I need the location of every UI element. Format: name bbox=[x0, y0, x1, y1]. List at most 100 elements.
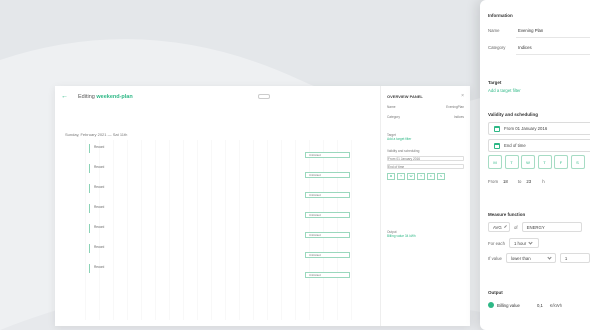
aggregate-select[interactable]: AVG bbox=[488, 222, 510, 232]
event-label: Record bbox=[89, 224, 259, 233]
day-toggle-sat[interactable]: S bbox=[570, 155, 585, 169]
close-icon[interactable]: × bbox=[461, 93, 464, 99]
editor-side-panel: × OVERVIEW PANEL Name EveningPlan Catego… bbox=[380, 86, 470, 326]
rate-input[interactable]: 0,1 bbox=[537, 303, 543, 308]
event-label: Record bbox=[89, 264, 259, 273]
weekday-selector: M T W T F S bbox=[488, 155, 585, 169]
side-day[interactable]: M bbox=[387, 173, 395, 180]
to-date-field[interactable]: End of time bbox=[488, 139, 590, 152]
side-validity-label: Validity and scheduling bbox=[387, 149, 420, 153]
event-label: Record bbox=[89, 164, 259, 173]
schedule-row[interactable]: Record Unlimited bbox=[85, 224, 365, 238]
to-time-label: to bbox=[517, 179, 522, 184]
chevron-down-icon bbox=[528, 239, 533, 245]
output-heading: Output bbox=[488, 290, 503, 295]
schedule-row[interactable]: Record Unlimited bbox=[85, 244, 365, 258]
editor-title: Editing weekend-plan bbox=[78, 94, 133, 100]
comparison-select[interactable]: lower than bbox=[505, 253, 556, 263]
calendar-icon bbox=[494, 142, 500, 149]
event-block[interactable]: Unlimited bbox=[305, 232, 350, 238]
from-time-input[interactable]: 18 bbox=[503, 179, 508, 184]
schedule-row[interactable]: Record Unlimited bbox=[85, 204, 365, 218]
calendar-icon bbox=[494, 125, 500, 132]
interval-value: 1 hour bbox=[513, 240, 527, 246]
validity-heading: Validity and scheduling bbox=[488, 112, 539, 117]
name-field[interactable]: Evening Plan bbox=[518, 28, 543, 33]
event-block[interactable]: Unlimited bbox=[305, 192, 350, 198]
comparison-value: lower than bbox=[510, 255, 531, 261]
side-to-field[interactable]: End of time bbox=[387, 164, 464, 169]
for-each-row: For each 1 hour bbox=[488, 238, 539, 248]
side-panel-title: OVERVIEW PANEL bbox=[387, 94, 423, 99]
side-from-field[interactable]: From 01 January 2016 bbox=[387, 156, 464, 161]
time-range-row: From 18 to 23 h bbox=[488, 179, 545, 184]
event-label: Record bbox=[89, 184, 259, 193]
to-time-input[interactable]: 23 bbox=[526, 179, 531, 184]
side-day[interactable]: F bbox=[427, 173, 435, 180]
day-toggle-tue[interactable]: T bbox=[504, 155, 519, 169]
add-target-filter-link[interactable]: Add a target filter bbox=[488, 88, 521, 93]
threshold-input[interactable]: 1 bbox=[559, 253, 590, 263]
event-block[interactable]: Unlimited bbox=[305, 152, 350, 158]
day-toggle-mon[interactable]: M bbox=[488, 155, 502, 169]
threshold-value: 1 bbox=[564, 255, 568, 261]
to-date-text: End of time bbox=[504, 143, 526, 148]
event-block[interactable]: Unlimited bbox=[305, 272, 350, 278]
measure-heading: Measure function bbox=[488, 212, 526, 217]
schedule-row[interactable]: Record Unlimited bbox=[85, 264, 365, 278]
side-day[interactable]: T bbox=[417, 173, 425, 180]
view-toggle[interactable] bbox=[258, 94, 270, 99]
if-value-label: If value bbox=[488, 255, 502, 261]
back-arrow-icon[interactable]: ← bbox=[61, 93, 68, 100]
measure-value: ENERGY bbox=[526, 224, 545, 230]
event-block[interactable]: Unlimited bbox=[305, 172, 350, 178]
measure-row: AVG of ENERGY bbox=[488, 222, 582, 232]
of-label: of bbox=[514, 224, 518, 230]
measure-select[interactable]: ENERGY bbox=[521, 222, 582, 232]
side-name-row: Name EveningPlan bbox=[387, 105, 464, 109]
from-date-field[interactable]: From 01 January 2016 bbox=[488, 122, 590, 135]
schedule-row[interactable]: Record Unlimited bbox=[85, 144, 365, 158]
background-editor-window: ← Editing weekend-plan Sunday, February … bbox=[55, 86, 470, 326]
side-days: M T W T F S bbox=[387, 173, 464, 180]
side-day[interactable]: W bbox=[407, 173, 415, 180]
schedule-row[interactable]: Record Unlimited bbox=[85, 164, 365, 178]
schedule-date: Sunday, February 2021 — Sat 11th bbox=[65, 132, 128, 137]
billing-radio[interactable] bbox=[488, 302, 494, 308]
aggregate-value: AVG bbox=[493, 224, 502, 230]
side-day[interactable]: T bbox=[397, 173, 405, 180]
category-label: Category bbox=[488, 45, 506, 50]
interval-select[interactable]: 1 hour bbox=[508, 238, 539, 248]
hour-unit: h bbox=[542, 179, 545, 184]
side-category-row: Category Indices bbox=[387, 115, 464, 119]
event-block[interactable]: Unlimited bbox=[305, 212, 350, 218]
schedule-row[interactable]: Record Unlimited bbox=[85, 184, 365, 198]
category-underline bbox=[516, 54, 590, 55]
name-label: Name bbox=[488, 28, 500, 33]
target-heading: Target bbox=[488, 80, 502, 85]
information-heading: Information bbox=[488, 13, 513, 18]
chevron-down-icon bbox=[503, 224, 507, 228]
chevron-down-icon bbox=[547, 254, 552, 260]
plan-name: weekend-plan bbox=[96, 94, 133, 100]
event-block[interactable]: Unlimited bbox=[305, 252, 350, 258]
event-label: Record bbox=[89, 144, 259, 153]
side-target-link[interactable]: Add a target filter bbox=[387, 137, 464, 141]
day-toggle-fri[interactable]: F bbox=[554, 155, 568, 169]
schedule-area: Sunday, February 2021 — Sat 11th Record … bbox=[55, 114, 365, 324]
for-each-label: For each bbox=[488, 240, 505, 246]
from-time-label: From bbox=[488, 179, 499, 184]
day-toggle-wed[interactable]: W bbox=[521, 155, 535, 169]
plan-settings-panel: Information Name Evening Plan Category I… bbox=[480, 0, 590, 330]
output-row: Billing value 0,1 €/kWh bbox=[488, 302, 562, 308]
day-toggle-thu[interactable]: T bbox=[537, 155, 552, 169]
from-date-text: From 01 January 2016 bbox=[504, 126, 548, 131]
side-day[interactable]: S bbox=[437, 173, 445, 180]
name-underline bbox=[516, 37, 590, 38]
billing-value-label: Billing value bbox=[497, 302, 520, 308]
rate-unit: €/kWh bbox=[549, 302, 563, 308]
event-label: Record bbox=[89, 244, 259, 253]
category-field[interactable]: Indices bbox=[518, 45, 532, 50]
side-output-value: Billing value 34 kWh bbox=[387, 234, 416, 238]
condition-row: If value lower than 1 bbox=[488, 253, 590, 263]
